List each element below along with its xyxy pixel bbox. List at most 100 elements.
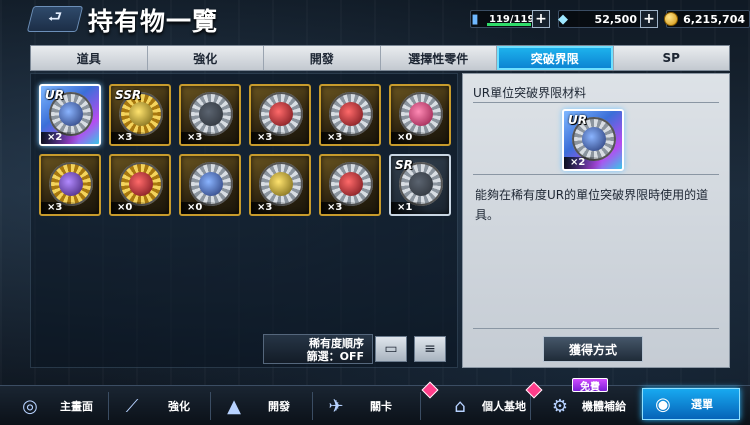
rarity-label: UR (568, 113, 587, 127)
sort-filter-label[interactable]: 稀有度順序 篩選：OFF (263, 334, 373, 364)
inventory-item[interactable]: ×3 (39, 154, 101, 216)
gear-core (582, 127, 606, 151)
free-badge: 免費 (572, 378, 608, 393)
sort-lines-icon: ≡ (424, 341, 436, 357)
supply-icon: ⚙ (551, 395, 569, 417)
item-quantity: ×0 (111, 202, 149, 214)
divider (473, 102, 719, 103)
sort-order-text: 稀有度順序 (309, 337, 364, 350)
upgrade-icon: ⟋ (125, 395, 139, 417)
nav-home[interactable]: ◎ 主畫面 (10, 390, 93, 422)
nav-enhance[interactable]: ⟋ 強化 (112, 390, 190, 422)
divider (210, 392, 211, 420)
category-tabs: 道具 強化 開發 選擇性零件 突破界限 SP (30, 45, 730, 71)
item-quantity: ×2 (41, 132, 79, 144)
sort-button[interactable]: ≡ (414, 336, 446, 362)
gear-core (269, 172, 293, 196)
gear-core (129, 172, 153, 196)
nav-home-label: 主畫面 (60, 400, 93, 413)
item-quantity: ×3 (321, 202, 359, 214)
gear-core (409, 102, 433, 126)
item-quantity: ×3 (41, 202, 79, 214)
inventory-item[interactable]: ×3 (249, 84, 311, 146)
detail-description: 能夠在稀有度UR的單位突破界限時使用的道具。 (475, 188, 709, 222)
nav-develop[interactable]: ▲ 開發 (214, 390, 290, 422)
item-quantity: ×3 (181, 132, 219, 144)
nav-stage-label: 關卡 (370, 400, 392, 413)
header-bar: ⮐ 持有物一覽 ▮ 119/119 + ◆ 52,500 + 6,215,704 (0, 0, 750, 40)
divider (473, 174, 719, 175)
gear-core (199, 102, 223, 126)
inventory-item[interactable]: ×0 (109, 154, 171, 216)
obtain-method-button[interactable]: 獲得方式 (543, 336, 643, 362)
inventory-item[interactable]: SR ×1 (389, 154, 451, 216)
menu-icon: ◉ (655, 393, 671, 415)
rarity-label: SR (395, 158, 413, 172)
divider (312, 392, 313, 420)
coin-value: 6,215,704 (683, 12, 745, 26)
divider (420, 392, 421, 420)
detail-title: UR單位突破界限材料 (473, 86, 587, 100)
view-toggle-button[interactable]: ▭ (375, 336, 407, 362)
nav-supply-label: 機體補給 (582, 400, 626, 413)
gear-core (339, 172, 363, 196)
item-grid-panel: UR ×2 SSR ×3 ×3 ×3 ×3 ×0 ×3 ×0 ×0 ×3 ×3 SR ×1 (30, 73, 458, 368)
menu-button[interactable]: ◉ 選單 (642, 388, 740, 420)
inventory-item[interactable]: SSR ×3 (109, 84, 171, 146)
inventory-item[interactable]: ×3 (179, 84, 241, 146)
tab-optional-parts[interactable]: 選擇性零件 (381, 46, 497, 70)
item-quantity: ×0 (181, 202, 219, 214)
tab-items[interactable]: 道具 (31, 46, 148, 70)
item-quantity: ×0 (391, 132, 429, 144)
inventory-item[interactable]: ×3 (319, 154, 381, 216)
tab-develop[interactable]: 開發 (264, 46, 381, 70)
ap-plus-button[interactable]: + (532, 10, 550, 28)
home-icon: ◎ (22, 395, 38, 417)
item-quantity: ×3 (251, 132, 289, 144)
detail-item-icon: UR ×2 (562, 109, 624, 171)
gem-plus-button[interactable]: + (640, 10, 658, 28)
item-quantity: ×3 (321, 132, 359, 144)
item-quantity: ×1 (391, 202, 429, 214)
item-quantity: ×3 (111, 132, 149, 144)
menu-label: 選單 (691, 398, 713, 411)
base-icon: ⌂ (454, 395, 466, 417)
nav-base-label: 個人基地 (482, 400, 526, 413)
gear-core (199, 172, 223, 196)
nav-supply[interactable]: ⚙ 機體補給 (540, 390, 626, 422)
page-title: 持有物一覽 (88, 7, 219, 36)
gear-core (129, 102, 153, 126)
divider (108, 392, 109, 420)
gear-core (59, 102, 83, 126)
gear-core (269, 102, 293, 126)
bottom-nav: ◎ 主畫面 ⟋ 強化 ▲ 開發 ✈ 關卡 ⌂ 個人基地 ⚙ 機體補給 (0, 385, 750, 425)
inventory-item[interactable]: ×3 (249, 154, 311, 216)
inventory-item[interactable]: ×0 (179, 154, 241, 216)
inventory-item[interactable]: UR ×2 (39, 84, 101, 146)
develop-icon: ▲ (227, 395, 241, 417)
back-button[interactable]: ⮐ (26, 6, 84, 32)
rarity-label: UR (45, 88, 64, 102)
inventory-item[interactable]: ×0 (389, 84, 451, 146)
inventory-item[interactable]: ×3 (319, 84, 381, 146)
tab-sp[interactable]: SP (614, 46, 730, 70)
gem-value: 52,500 (594, 12, 637, 26)
ap-icon: ▮ (471, 11, 479, 27)
nav-personal-base[interactable]: ⌂ 個人基地 (440, 390, 526, 422)
gear-core (409, 172, 433, 196)
stage-icon: ✈ (328, 395, 344, 417)
ap-bar (487, 23, 531, 26)
nav-enhance-label: 強化 (168, 400, 190, 413)
coin-icon (661, 9, 681, 29)
back-arrow-icon: ⮐ (47, 6, 63, 26)
item-detail-panel: UR單位突破界限材料 UR ×2 能夠在稀有度UR的單位突破界限時使用的道具。 … (462, 73, 730, 368)
gem-icon: ◆ (558, 11, 568, 27)
window-icon: ▭ (384, 341, 398, 357)
nav-stage[interactable]: ✈ 關卡 (316, 390, 392, 422)
coin-counter: 6,215,704 (664, 10, 750, 28)
gear-core (59, 172, 83, 196)
rarity-label: SSR (115, 88, 142, 102)
item-quantity: ×2 (564, 157, 602, 169)
tab-enhance[interactable]: 強化 (148, 46, 264, 70)
tab-limit-break[interactable]: 突破界限 (497, 46, 614, 70)
